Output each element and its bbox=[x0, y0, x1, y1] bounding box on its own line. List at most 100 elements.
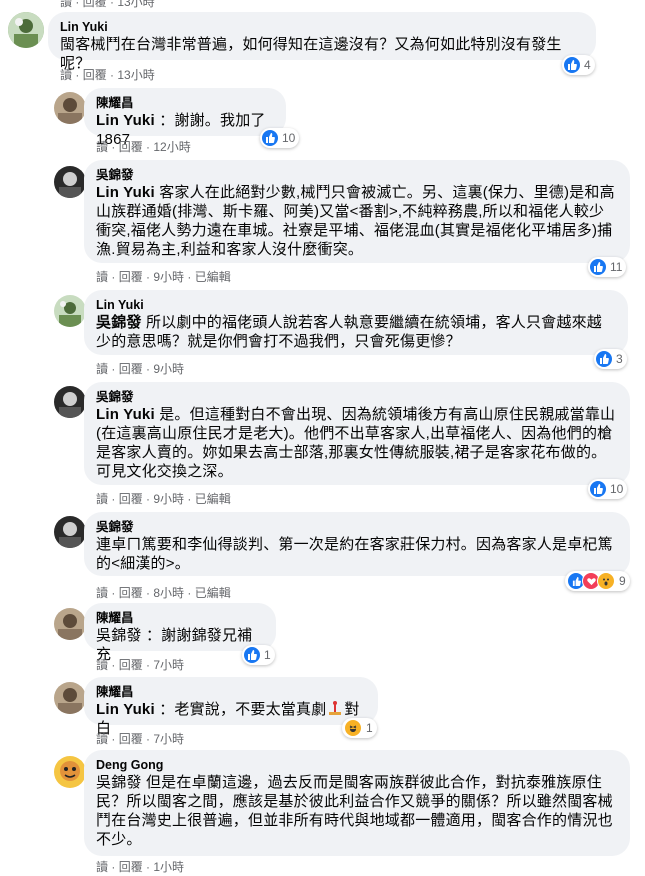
reply-link[interactable]: 回覆 bbox=[119, 860, 143, 874]
comment-author[interactable]: 陳耀昌 bbox=[96, 684, 366, 700]
reaction-count[interactable]: 9 bbox=[565, 571, 630, 591]
timestamp[interactable]: 8小時 bbox=[153, 586, 184, 600]
reply-link[interactable]: 回覆 bbox=[119, 492, 143, 506]
avatar-image-icon bbox=[54, 682, 86, 714]
reaction-count[interactable]: 4 bbox=[562, 55, 595, 75]
comment-text: 連卓ㄇ篤要和李仙得談判、第一次是約在客家莊保力村。因為客家人是卓杞篤的<細漢的>… bbox=[96, 536, 613, 572]
read-link[interactable]: 讀 bbox=[96, 492, 108, 506]
timestamp[interactable]: 9小時 bbox=[153, 362, 184, 376]
comment-bubble: Lin Yuki 閩客械鬥在台灣非常普遍，如何得知在這邊沒有？又為何如此特別沒有… bbox=[48, 12, 596, 72]
read-link[interactable]: 讀 bbox=[96, 860, 108, 874]
timestamp[interactable]: 12小時 bbox=[153, 140, 190, 154]
mention-link[interactable]: 吳錦發 bbox=[96, 774, 142, 791]
avatar-image-icon bbox=[54, 516, 86, 548]
avatar[interactable] bbox=[54, 295, 86, 327]
read-link[interactable]: 讀 bbox=[96, 732, 108, 746]
avatar[interactable] bbox=[54, 92, 86, 124]
edited-label[interactable]: 已編輯 bbox=[195, 270, 231, 284]
reply-link[interactable]: 回覆 bbox=[119, 140, 143, 154]
mention-link[interactable]: Lin Yuki bbox=[96, 406, 155, 423]
comment-text: 客家人在此絕對少數,械鬥只會被滅亡。另、這裏(保力、里德)是和高山族群通婚(排灣… bbox=[96, 184, 615, 258]
mention-link[interactable]: Lin Yuki bbox=[96, 112, 155, 129]
timestamp[interactable]: 7小時 bbox=[153, 658, 184, 672]
reaction-count[interactable]: 11 bbox=[588, 257, 627, 277]
timestamp[interactable]: 13小時 bbox=[117, 68, 154, 82]
comment-author[interactable]: Lin Yuki bbox=[60, 19, 584, 35]
reply-link[interactable]: 回覆 bbox=[119, 586, 143, 600]
comment-bubble: 吳錦發 Lin Yuki 是。但這種對白不會出現、因為統領埔後方有高山原住民親戚… bbox=[84, 382, 630, 485]
timestamp[interactable]: 7小時 bbox=[153, 732, 184, 746]
mention-link[interactable]: Lin Yuki bbox=[96, 184, 155, 201]
reply-link[interactable]: 回覆 bbox=[119, 658, 143, 672]
timestamp[interactable]: 9小時 bbox=[153, 492, 184, 506]
timestamp[interactable]: 1小時 bbox=[153, 860, 184, 874]
comment-bubble: 陳耀昌 吳錦發 ：謝謝錦發兄補充 bbox=[84, 603, 276, 663]
comment-author[interactable]: 吳錦發 bbox=[96, 389, 618, 405]
avatar-image-icon bbox=[8, 12, 44, 48]
comment-author[interactable]: Lin Yuki bbox=[96, 297, 616, 313]
comment-meta: 讀 · 回覆 · 9小時 bbox=[96, 362, 185, 376]
comment-text: ：老實說，不要太當真劇 bbox=[154, 701, 327, 718]
comment-bubble: 吳錦發 Lin Yuki 客家人在此絕對少數,械鬥只會被滅亡。另、這裏(保力、里… bbox=[84, 160, 630, 263]
read-link[interactable]: 讀 bbox=[96, 270, 108, 284]
reaction-count[interactable]: 10 bbox=[260, 128, 300, 148]
comment-bubble: 陳耀昌 Lin Yuki ：老實說，不要太當真劇 對白 bbox=[84, 677, 378, 737]
avatar[interactable] bbox=[54, 756, 86, 788]
edited-label[interactable]: 已編輯 bbox=[195, 492, 231, 506]
comment-text: 是。但這種對白不會出現、因為統領埔後方有高山原住民親戚當靠山(在這裏高山原住民才… bbox=[96, 406, 616, 480]
reaction-number: 1 bbox=[366, 721, 373, 735]
reply-link[interactable]: 回覆 bbox=[119, 270, 143, 284]
read-link[interactable]: 讀 bbox=[96, 658, 108, 672]
comment-text: 但是在卓蘭這邊，過去反而是閩客兩族群彼此合作，對抗泰雅族原住民？所以閩客之間，應… bbox=[96, 774, 613, 848]
comment-author[interactable]: 吳錦發 bbox=[96, 519, 618, 535]
comment-meta: 讀 · 回覆 · 7小時 bbox=[96, 732, 185, 746]
avatar-image-icon bbox=[54, 608, 86, 640]
reply-link[interactable]: 回覆 bbox=[83, 68, 107, 82]
timestamp[interactable]: 9小時 bbox=[153, 270, 184, 284]
avatar[interactable] bbox=[8, 12, 44, 48]
comment-author[interactable]: Deng Gong bbox=[96, 757, 618, 773]
mention-link[interactable]: Lin Yuki bbox=[96, 701, 155, 718]
avatar-image-icon bbox=[54, 295, 86, 327]
comment-author[interactable]: 陳耀昌 bbox=[96, 95, 274, 111]
comment-text: 所以劇中的福佬頭人說若客人執意要繼續在統領埔，客人只會越來越少的意思嗎？就是你們… bbox=[96, 314, 602, 350]
avatar[interactable] bbox=[54, 166, 86, 198]
avatar[interactable] bbox=[54, 516, 86, 548]
reaction-count[interactable]: 1 bbox=[242, 645, 275, 665]
reaction-number: 9 bbox=[619, 574, 626, 588]
reaction-count[interactable]: 10 bbox=[588, 479, 628, 499]
like-icon bbox=[596, 351, 612, 367]
read-link[interactable]: 讀 bbox=[60, 68, 72, 82]
comment-meta: 讀 · 回覆 · 9小時 · 已編輯 bbox=[96, 492, 231, 506]
like-icon bbox=[564, 57, 580, 73]
avatar[interactable] bbox=[54, 386, 86, 418]
reaction-count[interactable]: 3 bbox=[594, 349, 627, 369]
comment-bubble: 吳錦發 連卓ㄇ篤要和李仙得談判、第一次是約在客家莊保力村。因為客家人是卓杞篤的<… bbox=[84, 512, 630, 576]
avatar-image-icon bbox=[54, 92, 86, 124]
reply-link[interactable]: 回覆 bbox=[119, 362, 143, 376]
comment-author[interactable]: 陳耀昌 bbox=[96, 610, 264, 626]
like-icon bbox=[590, 481, 606, 497]
comment-meta: 讀 · 回覆 · 13小時 bbox=[60, 68, 155, 82]
comment-meta: 讀 · 回覆 · 1小時 bbox=[96, 860, 185, 874]
avatar[interactable] bbox=[54, 608, 86, 640]
comment-author[interactable]: 吳錦發 bbox=[96, 167, 618, 183]
wow-icon bbox=[597, 572, 615, 590]
comment-meta: 讀 · 回覆 · 7小時 bbox=[96, 658, 185, 672]
mention-link[interactable]: 吳錦發 bbox=[96, 314, 142, 331]
reaction-number: 1 bbox=[264, 648, 271, 662]
mention-link[interactable]: 吳錦發 bbox=[96, 627, 142, 644]
read-link[interactable]: 讀 bbox=[96, 140, 108, 154]
comment-bubble: 陳耀昌 Lin Yuki ：謝謝。我加了1867 bbox=[84, 88, 286, 148]
avatar-image-icon bbox=[54, 386, 86, 418]
reaction-number: 10 bbox=[282, 131, 296, 145]
reaction-count[interactable]: 1 bbox=[342, 718, 377, 738]
avatar[interactable] bbox=[54, 682, 86, 714]
reply-link[interactable]: 回覆 bbox=[119, 732, 143, 746]
reaction-number: 4 bbox=[584, 58, 591, 72]
comment-bubble: Lin Yuki 吳錦發 所以劇中的福佬頭人說若客人執意要繼續在統領埔，客人只會… bbox=[84, 290, 628, 355]
like-icon bbox=[262, 130, 278, 146]
read-link[interactable]: 讀 bbox=[96, 586, 108, 600]
edited-label[interactable]: 已編輯 bbox=[195, 586, 231, 600]
read-link[interactable]: 讀 bbox=[96, 362, 108, 376]
